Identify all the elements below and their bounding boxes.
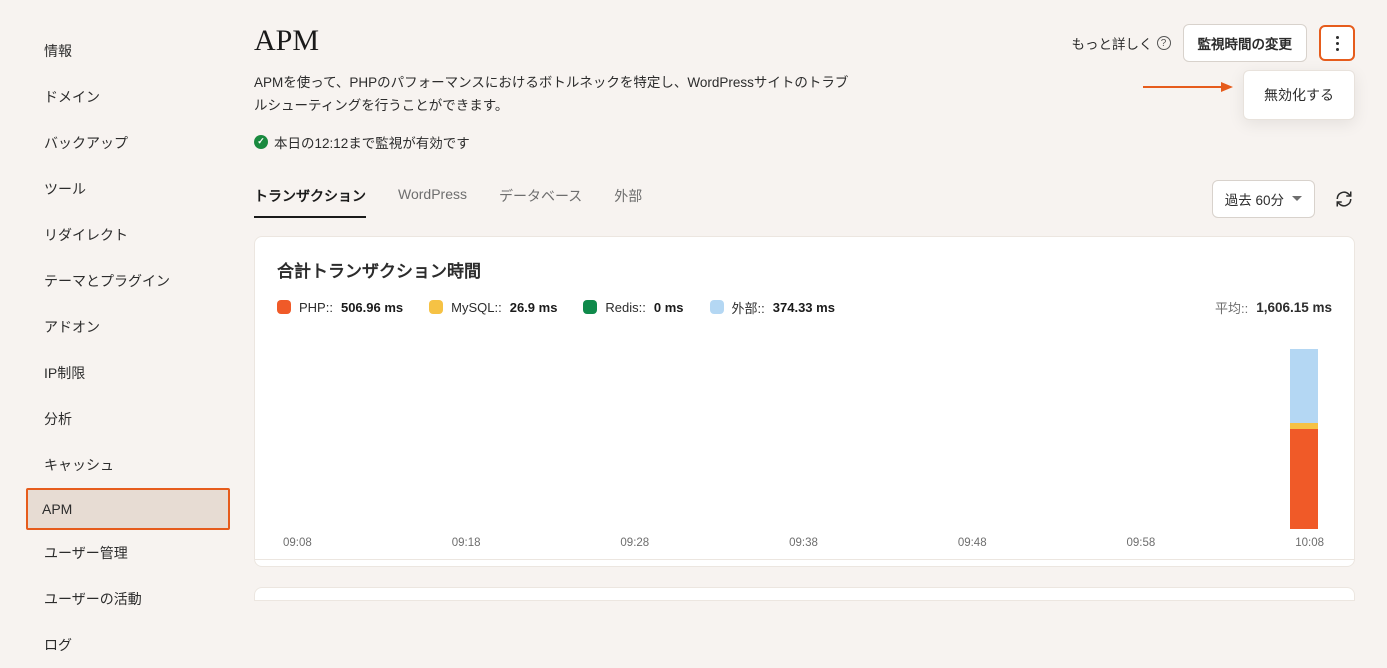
- legend-label: MySQL::: [451, 300, 502, 315]
- sidebar-item-redirect[interactable]: リダイレクト: [0, 212, 236, 258]
- swatch-icon: [710, 300, 724, 314]
- axis-tick: 09:18: [452, 537, 481, 549]
- monitoring-status: ✓ 本日の12:12まで監視が有効です: [254, 132, 1056, 152]
- legend-item-redis: Redis:: 0 ms: [583, 300, 683, 315]
- legend-value: 26.9 ms: [510, 300, 558, 315]
- axis-tick: 09:08: [283, 537, 312, 549]
- sidebar-item-label: 情報: [44, 43, 72, 59]
- page-description: APMを使って、PHPのパフォーマンスにおけるボトルネックを特定し、WordPr…: [254, 72, 854, 118]
- sidebar-item-user-mgmt[interactable]: ユーザー管理: [0, 530, 236, 576]
- tab-label: トランザクション: [254, 188, 366, 204]
- legend-label: Redis::: [605, 300, 645, 315]
- sidebar-item-label: キャッシュ: [44, 457, 114, 473]
- swatch-icon: [429, 300, 443, 314]
- sidebar-item-label: ドメイン: [44, 89, 100, 105]
- bar-segment: [1290, 429, 1318, 529]
- sidebar-item-analytics[interactable]: 分析: [0, 396, 236, 442]
- annotation-arrow-icon: [1143, 80, 1233, 94]
- kebab-icon: [1336, 36, 1339, 51]
- chart-bar: [1290, 349, 1318, 529]
- next-card: [254, 587, 1355, 601]
- sidebar-item-label: ユーザーの活動: [44, 591, 142, 607]
- sidebar-item-label: IP制限: [44, 365, 85, 381]
- time-range-select[interactable]: 過去 60分: [1212, 180, 1315, 218]
- sidebar: 情報 ドメイン バックアップ ツール リダイレクト テーマとプラグイン アドオン…: [0, 0, 236, 586]
- learn-more-label: もっと詳しく: [1072, 33, 1153, 53]
- axis-tick: 09:28: [620, 537, 649, 549]
- sidebar-item-apm[interactable]: APM: [26, 488, 230, 530]
- sidebar-item-user-activity[interactable]: ユーザーの活動: [0, 576, 236, 622]
- sidebar-item-label: リダイレクト: [44, 227, 128, 243]
- legend-item-mysql: MySQL:: 26.9 ms: [429, 300, 557, 315]
- legend-label: PHP::: [299, 300, 333, 315]
- sidebar-item-info[interactable]: 情報: [0, 28, 236, 74]
- sidebar-item-label: APM: [42, 501, 72, 517]
- learn-more-link[interactable]: もっと詳しく ?: [1072, 33, 1171, 53]
- refresh-button[interactable]: [1333, 188, 1355, 210]
- tabs: トランザクション WordPress データベース 外部: [254, 180, 1204, 218]
- change-monitoring-time-button[interactable]: 監視時間の変更: [1183, 24, 1308, 62]
- sidebar-item-label: ログ: [44, 637, 72, 653]
- total-transaction-time-card: 合計トランザクション時間 PHP:: 506.96 ms MySQL:: 26.…: [254, 236, 1355, 567]
- swatch-icon: [583, 300, 597, 314]
- axis-tick: 09:58: [1127, 537, 1156, 549]
- avg-value: 1,606.15 ms: [1256, 300, 1332, 315]
- axis-tick: 09:38: [789, 537, 818, 549]
- tab-wordpress[interactable]: WordPress: [398, 180, 467, 218]
- sidebar-item-themes-plugins[interactable]: テーマとプラグイン: [0, 258, 236, 304]
- legend-item-php: PHP:: 506.96 ms: [277, 300, 403, 315]
- bar-segment: [1290, 349, 1318, 423]
- header-actions: もっと詳しく ? 監視時間の変更 無効化する: [1072, 24, 1356, 62]
- status-text: 本日の12:12まで監視が有効です: [274, 132, 470, 152]
- sidebar-item-ip-restrict[interactable]: IP制限: [0, 350, 236, 396]
- time-range-label: 過去 60分: [1225, 189, 1284, 209]
- info-icon: ?: [1157, 36, 1171, 50]
- more-actions-menu-item-disable[interactable]: 無効化する: [1243, 70, 1355, 120]
- tab-label: データベース: [499, 188, 582, 204]
- tab-label: 外部: [614, 188, 642, 204]
- sidebar-item-label: ツール: [44, 181, 86, 197]
- legend-value: 506.96 ms: [341, 300, 403, 315]
- sidebar-item-addons[interactable]: アドオン: [0, 304, 236, 350]
- chart-plot-area: [277, 331, 1332, 529]
- sidebar-item-logs[interactable]: ログ: [0, 622, 236, 668]
- sidebar-item-label: アドオン: [44, 319, 100, 335]
- sidebar-item-backup[interactable]: バックアップ: [0, 120, 236, 166]
- page-title: APM: [254, 24, 1056, 58]
- tab-external[interactable]: 外部: [614, 180, 642, 218]
- card-title: 合計トランザクション時間: [277, 257, 1332, 282]
- main-content: APM APMを使って、PHPのパフォーマンスにおけるボトルネックを特定し、Wo…: [236, 0, 1387, 586]
- axis-tick: 10:08: [1295, 537, 1332, 549]
- sidebar-item-label: テーマとプラグイン: [44, 273, 170, 289]
- axis-tick: 09:48: [958, 537, 987, 549]
- sidebar-item-label: バックアップ: [44, 135, 128, 151]
- legend-value: 374.33 ms: [773, 300, 835, 315]
- tab-database[interactable]: データベース: [499, 180, 582, 218]
- sidebar-item-label: ユーザー管理: [44, 545, 128, 561]
- tab-label: WordPress: [398, 186, 467, 202]
- avg-label: 平均::: [1215, 298, 1248, 317]
- legend-item-external: 外部:: 374.33 ms: [710, 298, 835, 317]
- sidebar-item-label: 分析: [44, 411, 72, 427]
- sidebar-item-domain[interactable]: ドメイン: [0, 74, 236, 120]
- check-circle-icon: ✓: [254, 135, 268, 149]
- average-metric: 平均:: 1,606.15 ms: [1215, 298, 1332, 317]
- sidebar-item-tools[interactable]: ツール: [0, 166, 236, 212]
- legend-value: 0 ms: [654, 300, 684, 315]
- tab-transactions[interactable]: トランザクション: [254, 180, 366, 218]
- swatch-icon: [277, 300, 291, 314]
- more-actions-button[interactable]: [1319, 25, 1355, 61]
- chart-legend: PHP:: 506.96 ms MySQL:: 26.9 ms Redis:: …: [277, 298, 1332, 317]
- divider: [255, 559, 1354, 560]
- sidebar-item-cache[interactable]: キャッシュ: [0, 442, 236, 488]
- chart-x-axis: 09:08 09:18 09:28 09:38 09:48 09:58 10:08: [277, 529, 1332, 549]
- chevron-down-icon: [1292, 196, 1302, 202]
- refresh-icon: [1335, 190, 1353, 208]
- legend-label: 外部::: [732, 298, 765, 317]
